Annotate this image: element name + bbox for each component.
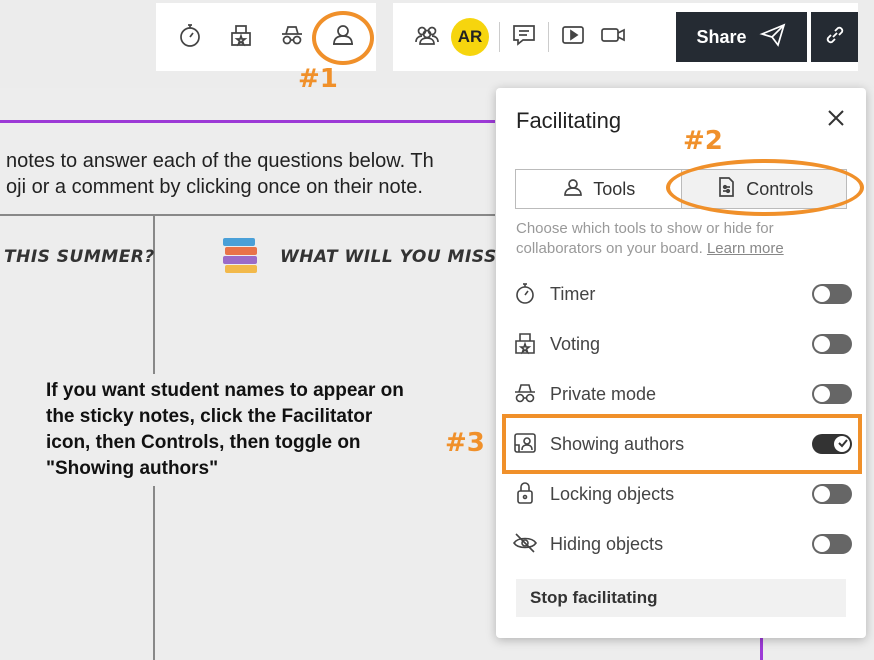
annotation-ring-facilitator [312,11,374,65]
column-header-miss: WHAT WILL YOU MISS AB [280,247,531,267]
control-label: Timer [550,283,596,304]
control-row-private-mode: Private mode [512,374,852,414]
collaborators-button[interactable] [407,17,447,57]
paper-plane-icon [758,21,787,54]
private-mode-icon [512,380,540,408]
facilitator-icon [561,175,585,204]
control-label: Private mode [550,383,657,404]
panel-title: Facilitating [516,108,622,133]
timer-toggle[interactable] [812,284,852,304]
check-icon [838,439,848,448]
tab-tools[interactable]: Tools [516,170,681,208]
present-button[interactable] [553,17,593,57]
voting-button[interactable] [221,17,261,57]
eye-off-icon [512,530,540,558]
voting-icon [512,330,540,358]
comments-button[interactable] [504,17,544,57]
timer-icon [176,21,204,54]
board-toolbar: AR Share [393,3,858,71]
column-header-summer: THIS SUMMER? [4,247,155,267]
annotation-ring-controls [666,159,864,216]
control-label: Voting [550,333,601,354]
control-label: Hiding objects [550,533,664,554]
annotation-3: #3 [445,428,485,458]
people-icon [413,21,441,54]
share-label: Share [696,26,747,47]
board-instructions-text: notes to answer each of the questions be… [6,150,434,198]
avatar[interactable]: AR [451,18,489,56]
private-mode-toggle[interactable] [812,384,852,404]
toolbar-divider [499,22,500,52]
board-frame-top [0,120,495,123]
toolbar-divider [548,22,549,52]
annotation-1: #1 [298,64,338,94]
video-camera-icon [599,21,627,54]
hiding-objects-toggle[interactable] [812,534,852,554]
voting-toggle[interactable] [812,334,852,354]
private-mode-icon [278,21,306,54]
control-row-voting: Voting [512,324,852,364]
timer-button[interactable] [170,17,210,57]
timer-icon [512,280,540,308]
control-row-locking-objects: Locking objects [512,474,852,514]
control-row-hiding-objects: Hiding objects [512,524,852,564]
stop-facilitating-button[interactable]: Stop facilitating [516,579,846,617]
instruction-callout: If you want student names to appear on t… [40,374,420,486]
share-button[interactable]: Share [676,12,807,62]
private-mode-button[interactable] [272,17,312,57]
annotation-2: #2 [683,126,723,156]
lock-icon [512,480,540,508]
books-icon [221,236,261,276]
locking-objects-toggle[interactable] [812,484,852,504]
comment-icon [510,21,538,54]
close-icon[interactable] [824,106,848,130]
annotation-box-showing-authors [502,414,862,474]
copy-link-button[interactable] [811,12,858,62]
learn-more-link[interactable]: Learn more [707,240,784,257]
control-label: Locking objects [550,483,675,504]
play-icon [559,21,587,54]
control-row-timer: Timer [512,274,852,314]
video-button[interactable] [593,17,633,57]
link-icon [823,23,847,52]
panel-description: Choose which tools to show or hide for c… [516,220,784,257]
voting-icon [227,21,255,54]
tab-tools-label: Tools [593,178,636,199]
board-divider-horizontal [0,214,495,216]
